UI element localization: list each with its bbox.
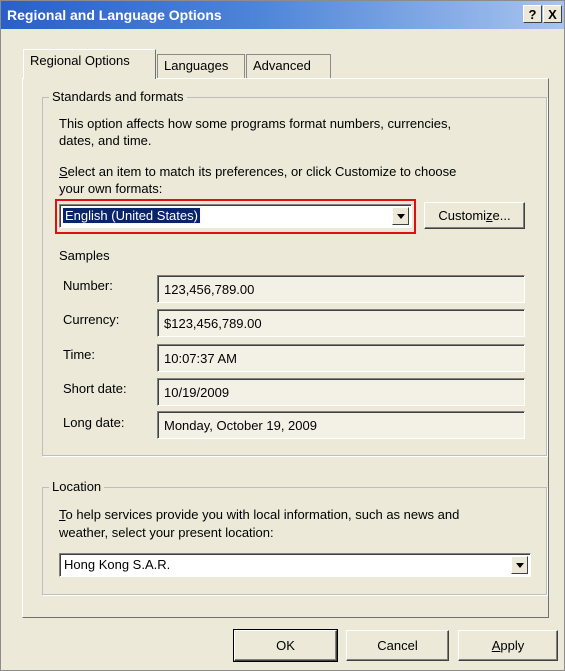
samples-heading: Samples <box>59 248 110 263</box>
sample-label-number: Number: <box>63 278 113 293</box>
standards-description-line1: This option affects how some programs fo… <box>59 116 452 131</box>
button-label: pply <box>500 638 525 653</box>
button-label-pre: Customi <box>438 208 487 223</box>
tab-label: Advanced <box>253 58 311 73</box>
select-prompt-line1: Select an item to match its preferences,… <box>59 163 456 180</box>
sample-label-long-date: Long date: <box>63 415 125 430</box>
format-select[interactable]: English (United States) <box>59 204 412 228</box>
window-title: Regional and Language Options <box>7 7 222 23</box>
tab-label: Regional Options <box>30 53 130 68</box>
sample-value-number: 123,456,789.00 <box>157 275 525 303</box>
customize-button[interactable]: Customize... <box>424 202 525 229</box>
prompt-text: elect an item to match its preferences, … <box>67 164 457 179</box>
tab-advanced[interactable]: Advanced <box>246 54 331 78</box>
select-prompt-line2: your own formats: <box>59 181 163 196</box>
dialog-window: Regional and Language Options ? X Region… <box>0 0 565 671</box>
chevron-down-icon[interactable] <box>511 556 528 574</box>
sample-label-time: Time: <box>63 347 96 362</box>
tab-regional-options[interactable]: Regional Options <box>23 49 156 79</box>
location-select[interactable]: Hong Kong S.A.R. <box>59 553 531 577</box>
location-select-value: Hong Kong S.A.R. <box>64 557 171 572</box>
ok-button[interactable]: OK <box>233 629 338 662</box>
tab-label: Languages <box>164 58 229 73</box>
location-description-line2: weather, select your present location: <box>59 525 274 540</box>
cancel-button[interactable]: Cancel <box>346 630 449 661</box>
group-legend: Location <box>49 479 105 494</box>
tab-languages[interactable]: Languages <box>157 54 245 78</box>
description-text: o help services provide you with local i… <box>65 507 460 522</box>
location-description-line1: To help services provide you with local … <box>59 506 459 523</box>
chevron-down-icon[interactable] <box>392 207 409 225</box>
sample-value-time: 10:07:37 AM <box>157 344 525 372</box>
title-bar[interactable]: Regional and Language Options ? X <box>1 1 564 29</box>
button-label-post: e... <box>492 208 511 223</box>
location-group: Location <box>42 479 547 595</box>
sample-value-long-date: Monday, October 19, 2009 <box>157 411 525 439</box>
help-button[interactable]: ? <box>523 5 542 23</box>
group-legend: Standards and formats <box>49 89 187 104</box>
sample-value-currency: $123,456,789.00 <box>157 309 525 337</box>
sample-value-short-date: 10/19/2009 <box>157 378 525 406</box>
sample-label-short-date: Short date: <box>63 381 127 396</box>
close-button[interactable]: X <box>543 5 562 23</box>
standards-description-line2: dates, and time. <box>59 133 152 148</box>
format-select-value: English (United States) <box>62 207 201 224</box>
sample-label-currency: Currency: <box>63 312 120 327</box>
access-key: S <box>59 164 68 179</box>
apply-button[interactable]: Apply <box>458 630 558 661</box>
